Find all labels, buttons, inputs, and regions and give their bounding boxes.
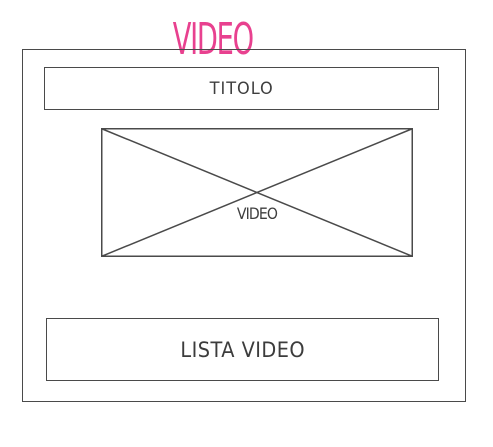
video-placeholder[interactable]: VIDEO xyxy=(101,128,413,257)
video-placeholder-cross xyxy=(101,128,413,257)
title-bar: TITOLO xyxy=(44,67,439,110)
video-list-label: LISTA VIDEO xyxy=(180,337,305,362)
video-list-button[interactable]: LISTA VIDEO xyxy=(46,318,439,381)
title-label: TITOLO xyxy=(209,78,274,99)
video-label: VIDEO xyxy=(236,204,278,223)
